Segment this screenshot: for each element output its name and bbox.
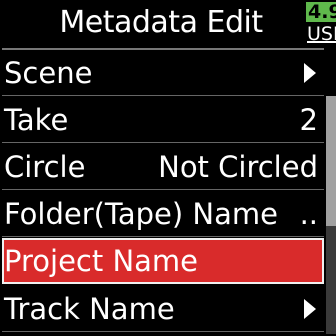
chevron-right-icon — [304, 63, 316, 83]
header: Metadata Edit 4.9 USB — [0, 0, 336, 48]
menu-item-label: Circle — [4, 150, 86, 184]
menu-item-value: 2 — [299, 103, 318, 137]
menu-item-scene[interactable]: Scene — [2, 50, 324, 96]
scrollbar-thumb[interactable] — [326, 96, 336, 226]
device-screen: Metadata Edit 4.9 USB Scene Take 2 Circl… — [0, 0, 336, 334]
menu-item-label: Scene — [4, 56, 93, 90]
menu-item-label: Project Name — [4, 244, 198, 278]
battery-level: 4.9 — [306, 2, 336, 22]
menu-item-circle[interactable]: Circle Not Circled — [2, 144, 324, 190]
menu-item-label: Track Name — [4, 292, 175, 326]
menu-item-project-name[interactable]: Project Name — [2, 238, 324, 284]
power-source-label: USB — [307, 23, 336, 45]
chevron-right-icon — [304, 299, 316, 319]
menu-item-value: .. — [299, 197, 318, 231]
menu-item-take[interactable]: Take 2 — [2, 97, 324, 143]
page-title: Metadata Edit — [59, 5, 263, 40]
menu-item-folder-tape-name[interactable]: Folder(Tape) Name .. — [2, 191, 324, 237]
scrollbar[interactable] — [326, 96, 336, 334]
menu-item-value: Not Circled — [158, 150, 318, 184]
battery-icon: 4.9 USB — [306, 2, 336, 46]
menu-item-label: Folder(Tape) Name — [4, 197, 278, 231]
menu-item-label: Take — [4, 103, 69, 137]
metadata-menu-list: Scene Take 2 Circle Not Circled Folder(T… — [2, 48, 324, 336]
menu-item-track-name[interactable]: Track Name — [2, 286, 324, 332]
